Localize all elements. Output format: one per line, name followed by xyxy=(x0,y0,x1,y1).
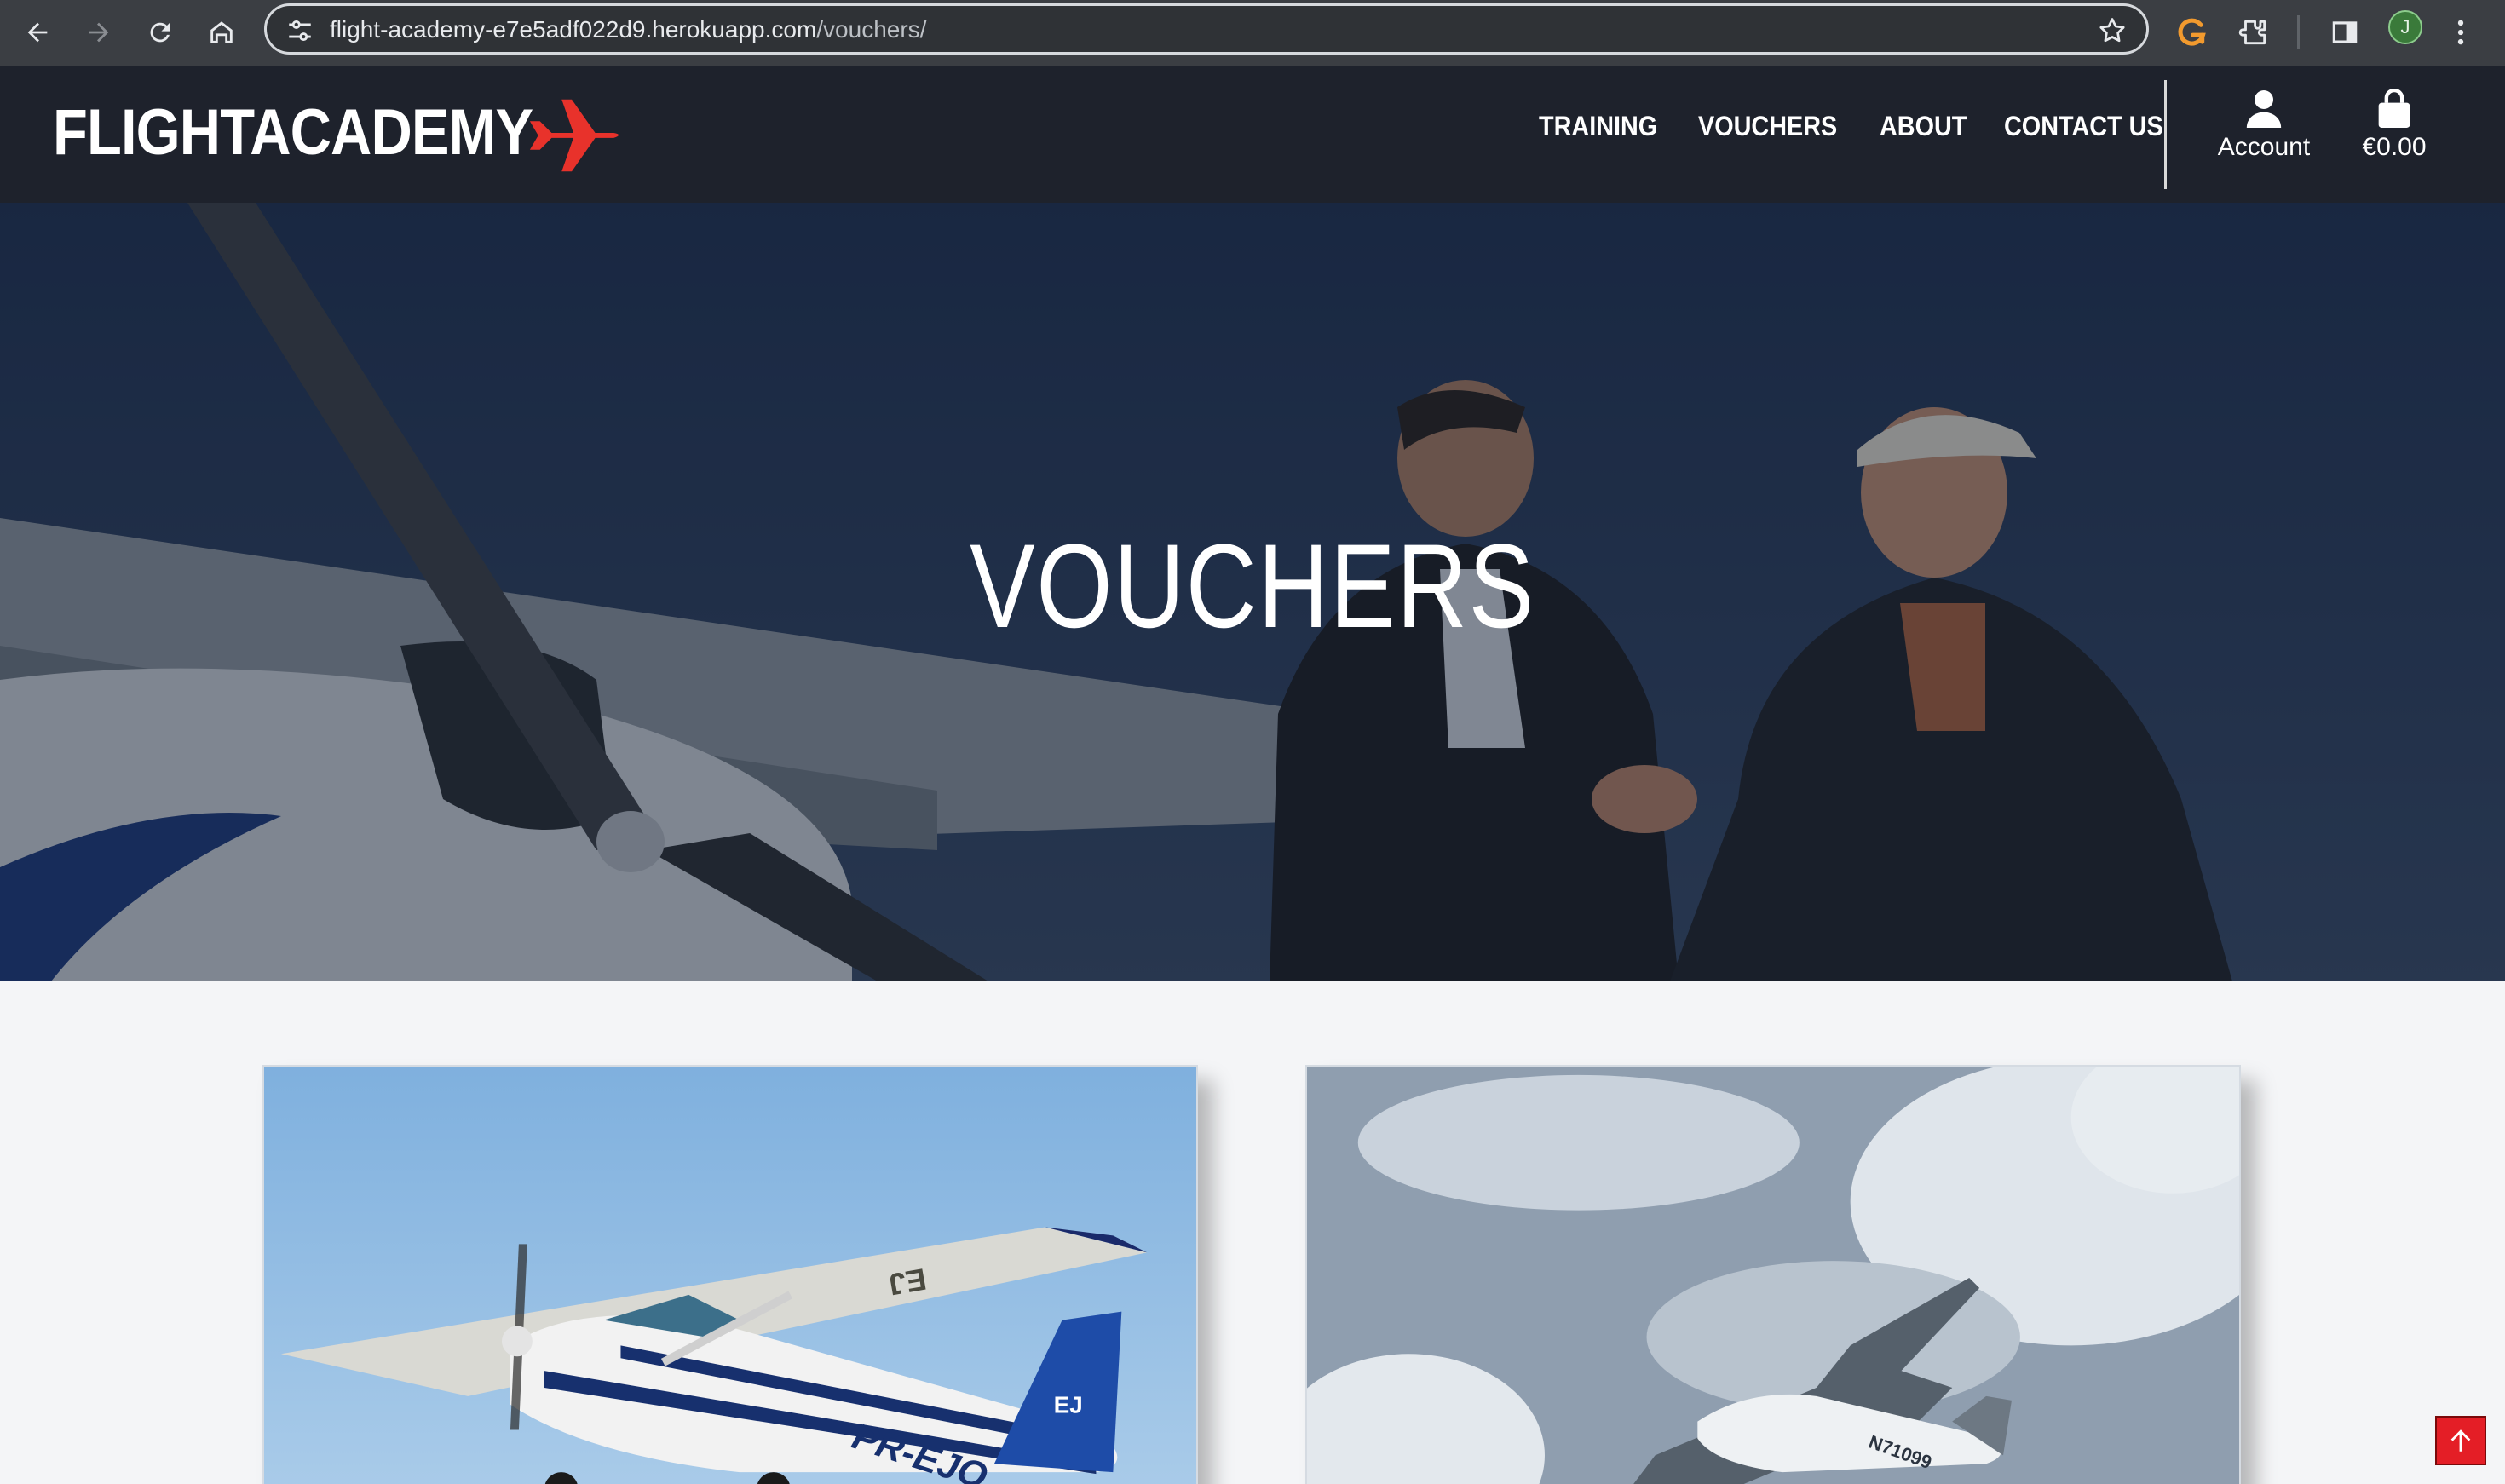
nav-vouchers[interactable]: VOUCHERS xyxy=(1698,111,1837,142)
voucher-image-cessna-sky: N71099 xyxy=(1307,1067,2239,1484)
extensions-button[interactable] xyxy=(2230,9,2278,56)
grammarly-extension-button[interactable] xyxy=(2168,9,2215,56)
page-title: VOUCHERS xyxy=(970,519,1535,653)
plane-icon xyxy=(529,99,619,172)
main-navigation: TRAINING VOUCHERS ABOUT CONTACT US xyxy=(1539,111,2180,142)
voucher-card-image[interactable]: EJ EJ PR-EJQ xyxy=(262,1065,1198,1484)
forward-icon xyxy=(89,22,109,43)
wing-registration: EJ xyxy=(886,1262,929,1302)
tail-marking: EJ xyxy=(1054,1392,1083,1418)
voucher-cards: EJ EJ PR-EJQ N71099 xyxy=(0,981,2505,1484)
back-button[interactable] xyxy=(12,7,63,58)
profile-avatar[interactable]: J xyxy=(2388,10,2422,44)
reload-button[interactable] xyxy=(135,7,186,58)
toolbar-divider xyxy=(2297,15,2300,49)
grammarly-extension-icon xyxy=(2178,18,2206,46)
forward-button[interactable] xyxy=(73,7,124,58)
voucher-card-image[interactable]: N71099 xyxy=(1305,1065,2241,1484)
hero-banner: VOUCHERS xyxy=(0,203,2505,981)
header-divider xyxy=(2164,80,2167,189)
side-panel-button[interactable] xyxy=(2321,9,2369,56)
browser-toolbar: flight-academy-e7e5adf022d9.herokuapp.co… xyxy=(0,0,2505,66)
home-button[interactable] xyxy=(196,7,247,58)
site-settings-icon[interactable] xyxy=(285,16,314,45)
side-panel-icon xyxy=(2332,21,2358,43)
nav-contact-us[interactable]: CONTACT US xyxy=(2004,111,2163,142)
reload-icon xyxy=(150,22,170,43)
cart-link[interactable]: €0.00 xyxy=(2352,89,2437,162)
nav-training[interactable]: TRAINING xyxy=(1539,111,1657,142)
url-text: flight-academy-e7e5adf022d9.herokuapp.co… xyxy=(330,14,926,45)
account-label: Account xyxy=(2217,133,2311,161)
browser-menu-button[interactable] xyxy=(2444,9,2478,56)
home-icon xyxy=(210,21,233,43)
back-to-top-button[interactable] xyxy=(2435,1416,2486,1465)
site-header: FLIGHTACADEMY TRAINING VOUCHERS ABOUT CO… xyxy=(0,66,2505,203)
address-bar[interactable]: flight-academy-e7e5adf022d9.herokuapp.co… xyxy=(264,3,2149,55)
url-path: /vouchers/ xyxy=(816,16,927,43)
site-logo[interactable]: FLIGHTACADEMY xyxy=(53,92,619,174)
url-host: flight-academy-e7e5adf022d9.herokuapp.co… xyxy=(330,16,817,43)
shopping-bag-icon xyxy=(2378,89,2410,128)
logo-text: FLIGHTACADEMY xyxy=(53,96,533,169)
voucher-image-cessna-blue: EJ EJ PR-EJQ xyxy=(264,1067,1196,1484)
extensions-puzzle-icon xyxy=(2238,20,2266,45)
nav-about[interactable]: ABOUT xyxy=(1880,111,1967,142)
menu-kebab-icon xyxy=(2457,20,2464,45)
arrow-up-icon xyxy=(2450,1429,2471,1452)
cart-total: €0.00 xyxy=(2362,133,2427,161)
bookmark-star-icon[interactable] xyxy=(2097,15,2128,46)
user-icon xyxy=(2246,90,2282,128)
back-icon xyxy=(27,22,48,43)
account-link[interactable]: Account xyxy=(2207,89,2321,162)
